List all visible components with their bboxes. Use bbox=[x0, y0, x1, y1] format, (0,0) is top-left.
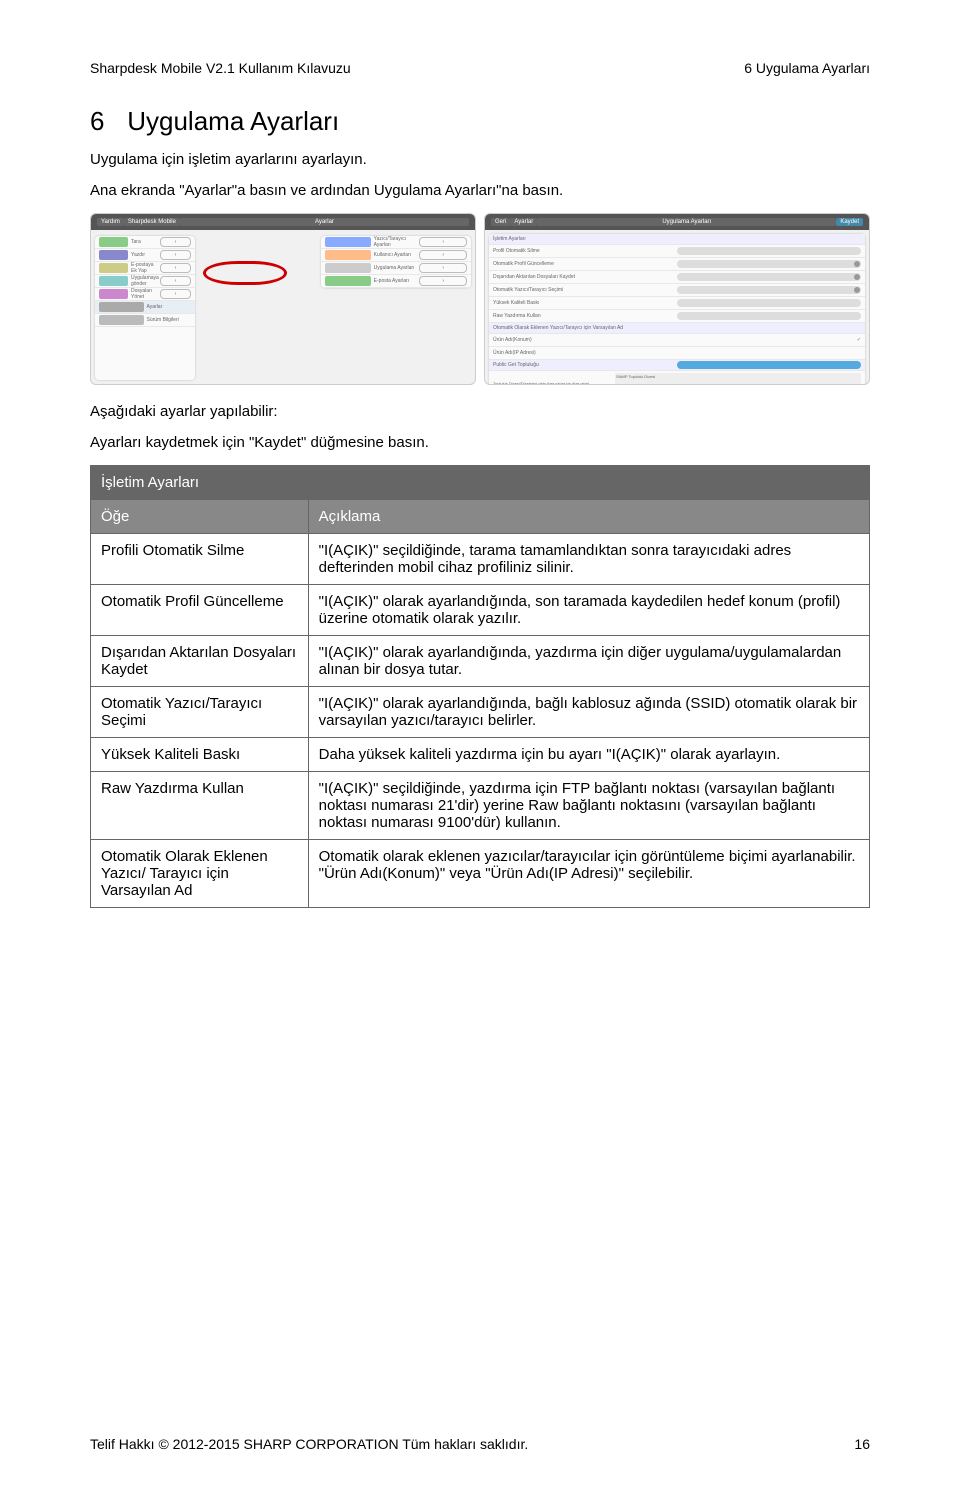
screen-title: Ayarlar bbox=[180, 218, 469, 226]
list-item[interactable]: Yazıcı/Tarayıcı Ayarları› bbox=[321, 236, 471, 249]
list-item[interactable]: Dosyaları Yönet› bbox=[95, 288, 195, 301]
textarea-input[interactable]: SNMP Topluluk Dizesi bbox=[615, 373, 861, 385]
setting-row[interactable]: Profil Otomatik Silme bbox=[489, 245, 865, 258]
toggle-switch[interactable] bbox=[677, 247, 861, 255]
chevron-right-icon: › bbox=[419, 250, 467, 260]
list-item[interactable]: Yazdır› bbox=[95, 249, 195, 262]
after-shot-line-2: Ayarları kaydetmek için "Kaydet" düğmesi… bbox=[90, 434, 870, 451]
setting-row[interactable]: Otomatik Profil Güncelleme bbox=[489, 258, 865, 271]
table-row: Otomatik Yazıcı/Tarayıcı Seçimi"I(AÇIK)"… bbox=[91, 687, 870, 738]
table-row: Raw Yazdırma Kullan"I(AÇIK)" seçildiğind… bbox=[91, 772, 870, 840]
table-row: Dışarıdan Aktarılan Dosyaları Kaydet"I(A… bbox=[91, 636, 870, 687]
list-item[interactable]: Tara› bbox=[95, 236, 195, 249]
chevron-right-icon: › bbox=[419, 263, 467, 273]
screen-title: Uygulama Ayarları bbox=[537, 218, 836, 226]
highlight-oval bbox=[203, 261, 287, 285]
chevron-right-icon: › bbox=[419, 276, 467, 286]
table-row: Otomatik Profil Güncelleme"I(AÇIK)" olar… bbox=[91, 585, 870, 636]
settings-table: İşletim Ayarları Öğe Açıklama Profili Ot… bbox=[90, 465, 870, 908]
toggle-switch[interactable] bbox=[677, 299, 861, 307]
toggle-switch[interactable] bbox=[677, 273, 861, 281]
list-item[interactable]: Ayarlar bbox=[95, 301, 195, 314]
breadcrumb: Sharpdesk Mobile bbox=[124, 218, 180, 226]
section-header: İşletim Ayarları bbox=[493, 236, 861, 242]
list-item[interactable]: Uygulama Ayarları› bbox=[321, 262, 471, 275]
document-title-left: Sharpdesk Mobile V2.1 Kullanım Kılavuzu bbox=[90, 60, 351, 76]
heading-number: 6 bbox=[90, 106, 120, 137]
chevron-right-icon: › bbox=[160, 289, 191, 299]
screenshot-pair: Yardım Sharpdesk Mobile Ayarlar Tara› Ya… bbox=[90, 213, 870, 385]
list-item[interactable]: Uygulamaya gönder› bbox=[95, 275, 195, 288]
breadcrumb: Ayarlar bbox=[510, 218, 537, 226]
setting-row[interactable]: Raw Yazdırma Kullan bbox=[489, 310, 865, 323]
toggle-switch[interactable] bbox=[677, 260, 861, 268]
toggle-switch[interactable] bbox=[677, 361, 861, 369]
table-row: Profili Otomatik Silme"I(AÇIK)" seçildiğ… bbox=[91, 534, 870, 585]
checkmark-icon: ✓ bbox=[857, 337, 861, 343]
screenshot-right: Geri Ayarlar Uygulama Ayarları Kaydet İş… bbox=[484, 213, 870, 385]
list-item[interactable]: Kullanıcı Ayarları› bbox=[321, 249, 471, 262]
copyright-text: Telif Hakkı © 2012-2015 SHARP CORPORATIO… bbox=[90, 1436, 528, 1452]
section-header: Public Get Topluluğu bbox=[493, 362, 677, 368]
option-row[interactable]: Ürün Adı(IP Adresi) bbox=[489, 347, 865, 360]
table-row: Yüksek Kaliteli BaskıDaha yüksek kalitel… bbox=[91, 738, 870, 772]
after-shot-line-1: Aşağıdaki ayarlar yapılabilir: bbox=[90, 403, 870, 420]
heading-text: Uygulama Ayarları bbox=[127, 106, 339, 136]
chevron-right-icon: › bbox=[160, 263, 191, 273]
list-item[interactable]: E-posta Ayarları› bbox=[321, 275, 471, 288]
toggle-switch[interactable] bbox=[677, 286, 861, 294]
document-title-right: 6 Uygulama Ayarları bbox=[744, 60, 870, 76]
chevron-right-icon: › bbox=[419, 237, 467, 247]
option-row[interactable]: Ürün Adı(Konum)✓ bbox=[489, 334, 865, 347]
page-heading: 6 Uygulama Ayarları bbox=[90, 106, 870, 137]
page-number: 16 bbox=[854, 1436, 870, 1452]
toggle-switch[interactable] bbox=[677, 312, 861, 320]
list-item[interactable]: E-postaya Ek Yap› bbox=[95, 262, 195, 275]
intro-line-1: Uygulama için işletim ayarlarını ayarlay… bbox=[90, 151, 870, 168]
screenshot-left: Yardım Sharpdesk Mobile Ayarlar Tara› Ya… bbox=[90, 213, 476, 385]
table-header-item: Öğe bbox=[91, 500, 309, 534]
chevron-right-icon: › bbox=[160, 276, 191, 286]
back-button[interactable]: Yardım bbox=[97, 218, 124, 226]
back-button[interactable]: Geri bbox=[491, 218, 510, 226]
table-section: İşletim Ayarları bbox=[91, 466, 870, 500]
setting-row[interactable]: Otomatik Yazıcı/Tarayıcı Seçimi bbox=[489, 284, 865, 297]
chevron-right-icon: › bbox=[160, 250, 191, 260]
chevron-right-icon: › bbox=[160, 237, 191, 247]
save-button[interactable]: Kaydet bbox=[836, 218, 863, 226]
setting-row[interactable]: Yüksek Kaliteli Baskı bbox=[489, 297, 865, 310]
table-header-desc: Açıklama bbox=[308, 500, 869, 534]
list-item[interactable]: Sürüm Bilgileri bbox=[95, 314, 195, 327]
textarea-row[interactable]: Topluluk Dizesi/Dizelerini girin (her sa… bbox=[489, 371, 865, 385]
section-header: Otomatik Olarak Eklenen Yazıcı/Tarayıcı … bbox=[493, 325, 861, 331]
intro-line-2: Ana ekranda "Ayarlar"a basın ve ardından… bbox=[90, 182, 870, 199]
table-row: Otomatik Olarak Eklenen Yazıcı/ Tarayıcı… bbox=[91, 840, 870, 908]
setting-row[interactable]: Dışarıdan Aktarılan Dosyaları Kaydet bbox=[489, 271, 865, 284]
